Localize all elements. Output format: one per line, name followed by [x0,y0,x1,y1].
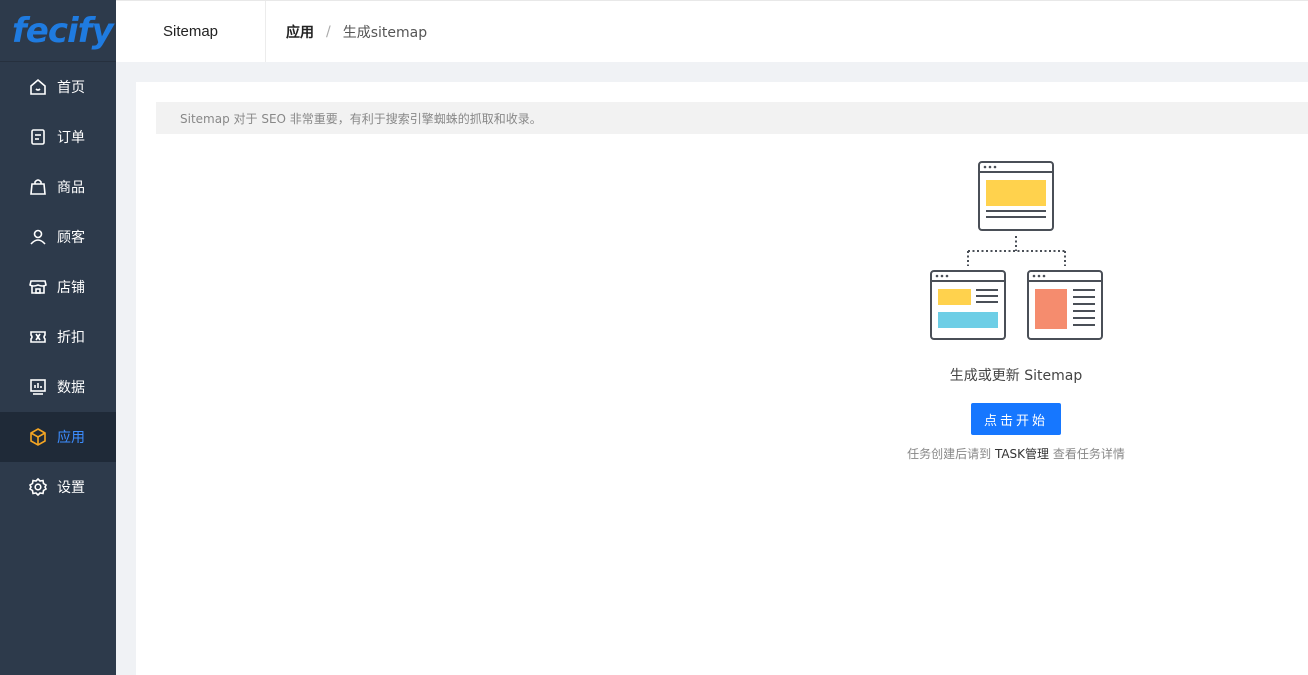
breadcrumb-current: 生成sitemap [342,24,428,41]
sidebar-item-customers[interactable]: 顾客 [0,212,116,262]
sidebar-item-data[interactable]: 数据 [0,362,116,412]
breadcrumb-separator: / [326,23,331,40]
right-page-icon [1027,270,1103,340]
sidebar-item-label: 数据 [57,380,85,396]
sidebar-item-label: 店铺 [57,280,85,296]
sidebar-item-label: 顾客 [57,230,85,246]
task-hint-before: 任务创建后请到 [907,447,992,461]
top-header: Sitemap 应用 / 生成sitemap [116,0,1308,62]
task-hint-after: 查看任务详情 [1052,447,1125,461]
sidebar-item-label: 订单 [57,130,85,146]
top-page-icon [978,161,1054,231]
sitemap-caption: 生成或更新 Sitemap [949,368,1083,384]
bag-icon [30,179,46,195]
breadcrumb-apps[interactable]: 应用 [286,22,314,42]
sitemap-illustration [930,161,1103,340]
sidebar-item-discounts[interactable]: 折扣 [0,312,116,362]
sidebar-item-orders[interactable]: 订单 [0,112,116,162]
main-content: Sitemap 对于 SEO 非常重要，有利于搜索引擎蜘蛛的抓取和收录。 生成或… [136,82,1308,675]
sidebar-item-label: 折扣 [57,330,85,346]
order-icon [31,129,45,145]
sidebar-item-label: 设置 [57,480,85,496]
task-management-link[interactable]: TASK管理 [995,447,1049,461]
cube-icon [30,428,46,446]
user-icon [30,229,46,245]
home-icon [30,78,46,95]
sidebar-item-label: 应用 [57,430,85,446]
sidebar-item-store[interactable]: 店铺 [0,262,116,312]
sidebar-item-products[interactable]: 商品 [0,162,116,212]
sidebar-item-settings[interactable]: 设置 [0,462,116,512]
sidebar-nav: 首页 订单 商品 顾客 店铺 折扣 数据 应用 设置 [0,62,116,512]
left-page-icon [930,270,1006,340]
logo[interactable]: fecify [0,0,116,62]
seo-notice: Sitemap 对于 SEO 非常重要，有利于搜索引擎蜘蛛的抓取和收录。 [156,102,1308,134]
page-title: Sitemap [116,1,266,62]
chart-icon [30,379,46,395]
sidebar-item-label: 商品 [57,180,85,196]
sidebar-item-label: 首页 [57,80,85,96]
start-button[interactable]: 点击开始 [971,403,1061,435]
task-hint: 任务创建后请到 TASK管理 查看任务详情 [836,445,1196,462]
breadcrumb: 应用 / 生成sitemap [266,22,427,42]
sidebar-item-home[interactable]: 首页 [0,62,116,112]
logo-text: fecify [12,10,114,51]
tree-connector [967,236,1066,266]
store-icon [29,280,47,294]
sidebar: fecify 首页 订单 商品 顾客 店铺 折扣 数据 应用 设置 [0,0,116,675]
gear-icon [28,477,48,497]
sidebar-item-apps[interactable]: 应用 [0,412,116,462]
coupon-icon [30,331,46,343]
